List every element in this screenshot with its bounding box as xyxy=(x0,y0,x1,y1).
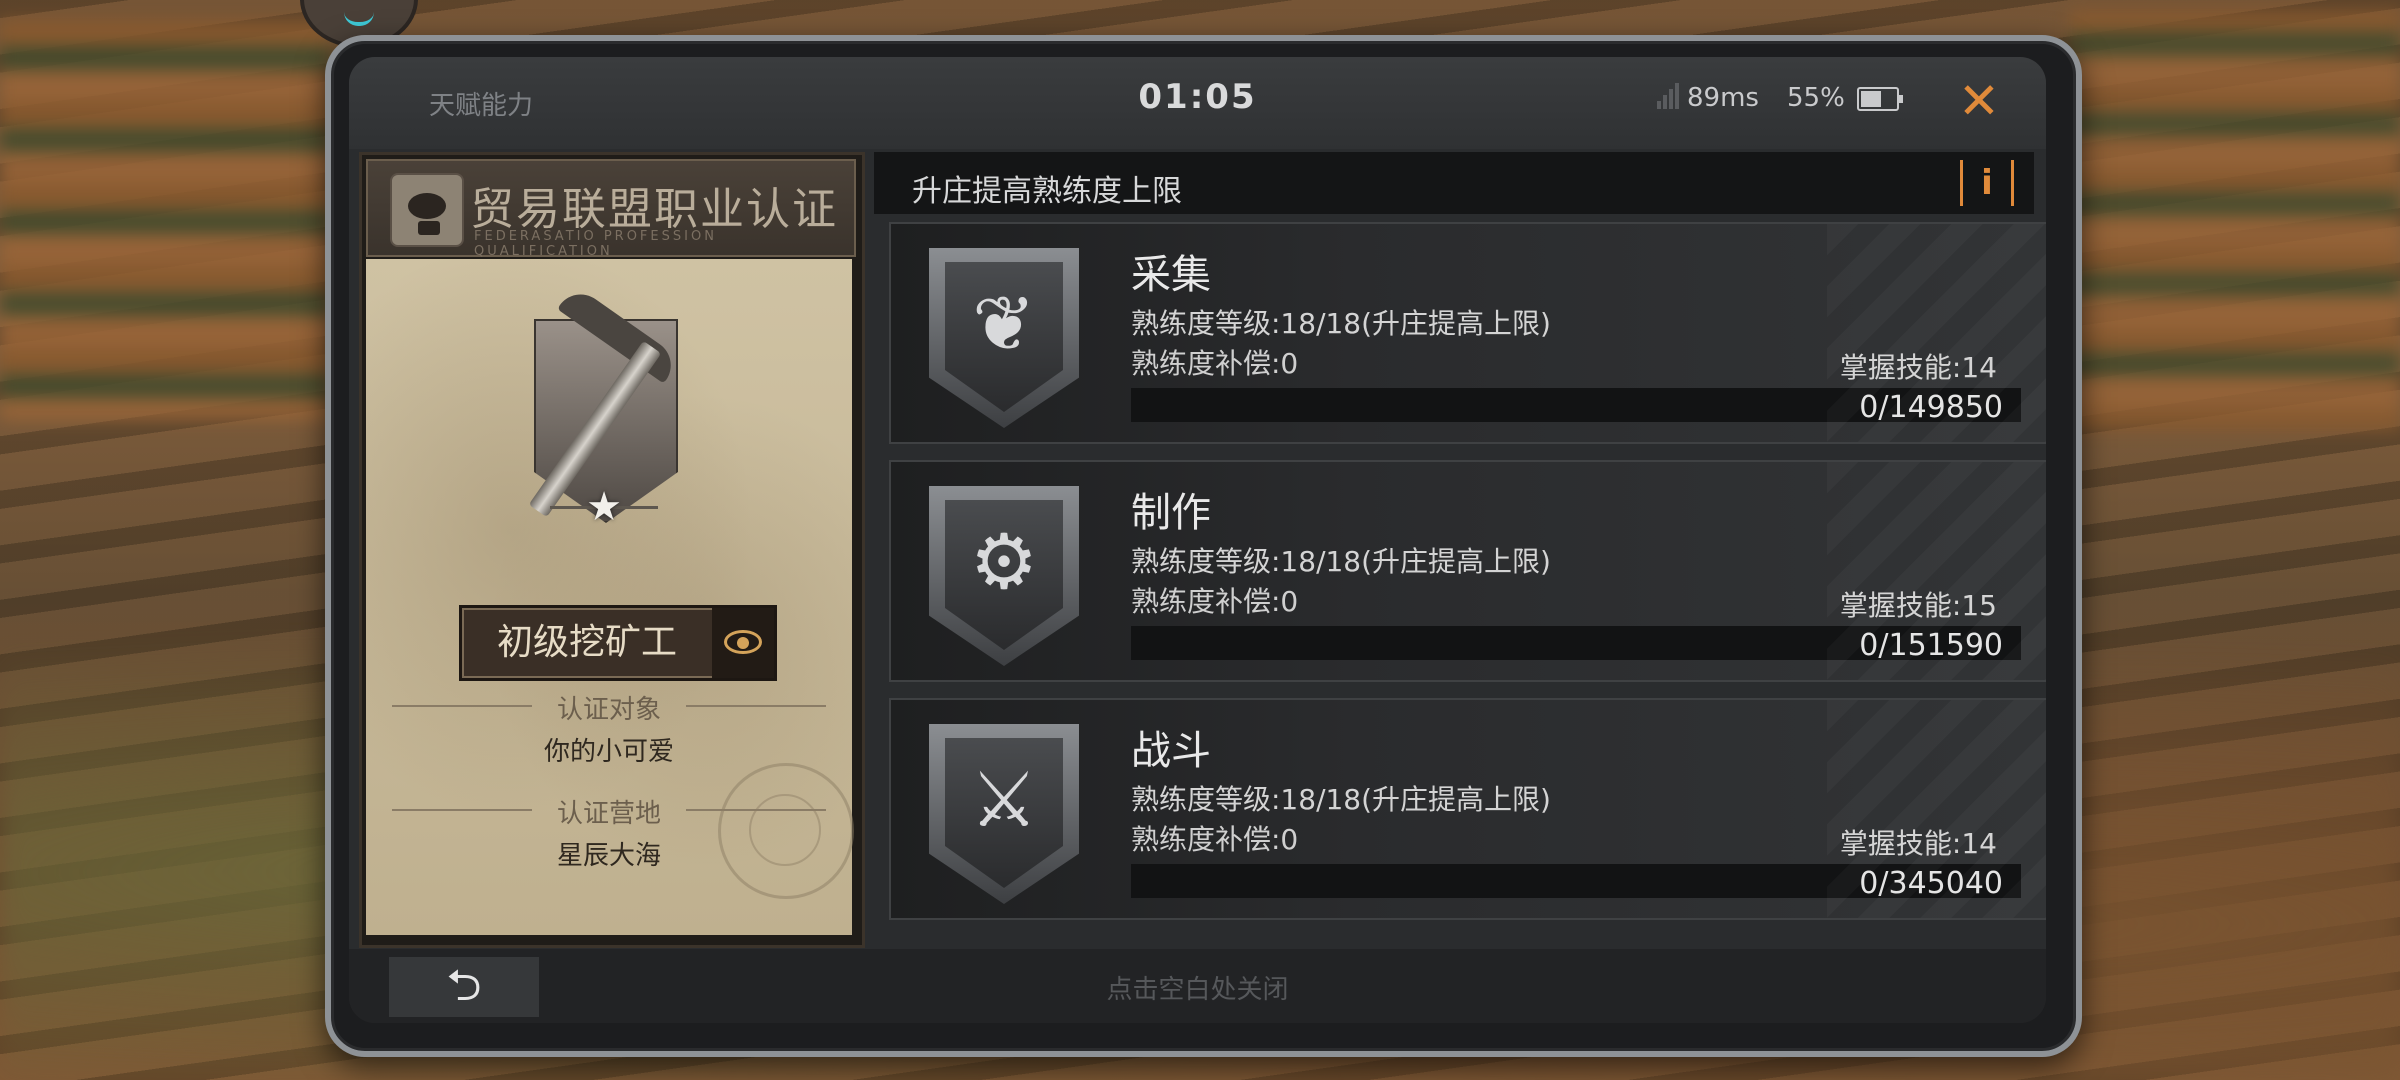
background-fence-right xyxy=(2070,10,2400,430)
skill-mastery: 掌握技能:14 xyxy=(1839,351,1997,384)
background-fence-left xyxy=(0,20,330,420)
signal-icon xyxy=(1657,83,1679,109)
eye-icon xyxy=(724,630,762,654)
close-button[interactable]: ✕ xyxy=(1949,71,2009,131)
skill-level: 熟练度等级:18/18(升庄提高上限) xyxy=(1131,307,1551,340)
target-label-row: 认证对象 xyxy=(366,689,852,726)
certificate-paper: ★ 初级挖矿工 认证对象 你的小可爱 认证营地 星辰大海 xyxy=(366,259,854,935)
stamp-seal xyxy=(718,763,854,899)
certificate-subtitle: FEDERASATIO PROFESSION QUALIFICATION xyxy=(474,229,717,259)
info-icon: i xyxy=(1981,163,1993,203)
battery-icon xyxy=(1857,87,1903,111)
skill-mastery: 掌握技能:15 xyxy=(1839,589,1997,622)
skill-exp: 0/345040 xyxy=(1859,866,2003,901)
rank-box: 初级挖矿工 xyxy=(459,605,777,681)
close-icon: ✕ xyxy=(1958,72,2000,130)
rank-label: 初级挖矿工 xyxy=(496,622,677,663)
status-bar: 天赋能力 01:05 89ms 55% ✕ xyxy=(349,57,2046,149)
skill-exp: 0/149850 xyxy=(1859,390,2003,425)
talent-dialog: 天赋能力 01:05 89ms 55% ✕ 贸易联盟职业认证 FEDERASAT… xyxy=(349,57,2046,1023)
skill-card-combat[interactable]: ⚔ 战斗 熟练度等级:18/18(升庄提高上限) 熟练度补偿:0 掌握技能:14… xyxy=(889,698,2046,920)
talent-dialog-frame: 天赋能力 01:05 89ms 55% ✕ 贸易联盟职业认证 FEDERASAT… xyxy=(325,35,2082,1057)
star-icon: ★ xyxy=(586,484,622,530)
skill-name: 制作 xyxy=(1131,490,1211,536)
skill-level: 熟练度等级:18/18(升庄提高上限) xyxy=(1131,783,1551,816)
leaf-bundle-icon: ❦ xyxy=(929,248,1079,428)
skill-mastery: 掌握技能:14 xyxy=(1839,827,1997,860)
skill-name: 战斗 xyxy=(1131,728,1211,774)
camp-label: 认证营地 xyxy=(556,799,661,829)
skill-card-crafting[interactable]: ⚙ 制作 熟练度等级:18/18(升庄提高上限) 熟练度补偿:0 掌握技能:15… xyxy=(889,460,2046,682)
view-button[interactable] xyxy=(712,608,774,678)
battery-percent: 55% xyxy=(1787,83,1845,113)
skill-card-gathering[interactable]: ❦ 采集 熟练度等级:18/18(升庄提高上限) 熟练度补偿:0 掌握技能:14… xyxy=(889,222,2046,444)
skill-progress-bar xyxy=(1131,388,2021,422)
alliance-logo-icon xyxy=(390,173,464,247)
skill-compensation: 熟练度补偿:0 xyxy=(1131,347,1299,380)
skill-level: 熟练度等级:18/18(升庄提高上限) xyxy=(1131,545,1551,578)
skill-name: 采集 xyxy=(1131,252,1211,298)
info-button[interactable]: i xyxy=(1960,160,2014,206)
certificate-header: 贸易联盟职业认证 FEDERASATIO PROFESSION QUALIFIC… xyxy=(366,159,856,259)
certificate-title: 贸易联盟职业认证 xyxy=(470,184,838,235)
proficiency-title: 升庄提高熟练度上限 xyxy=(912,174,1182,209)
skill-exp: 0/151590 xyxy=(1859,628,2003,663)
miner-badge-icon: ★ xyxy=(524,284,694,530)
hammer-gear-icon: ⚙ xyxy=(929,486,1079,666)
target-label: 认证对象 xyxy=(556,695,661,725)
close-hint[interactable]: 点击空白处关闭 xyxy=(349,969,2046,1006)
skill-compensation: 熟练度补偿:0 xyxy=(1131,585,1299,618)
skill-compensation: 熟练度补偿:0 xyxy=(1131,823,1299,856)
certificate-panel: 贸易联盟职业认证 FEDERASATIO PROFESSION QUALIFIC… xyxy=(359,152,865,948)
bottom-bar: ⮌ 点击空白处关闭 xyxy=(349,949,2046,1023)
skill-progress-bar xyxy=(1131,626,2021,660)
smg-icon: ⚔ xyxy=(929,724,1079,904)
ping-value: 89ms xyxy=(1687,83,1759,113)
proficiency-header: 升庄提高熟练度上限 i xyxy=(874,152,2034,214)
skill-progress-bar xyxy=(1131,864,2021,898)
